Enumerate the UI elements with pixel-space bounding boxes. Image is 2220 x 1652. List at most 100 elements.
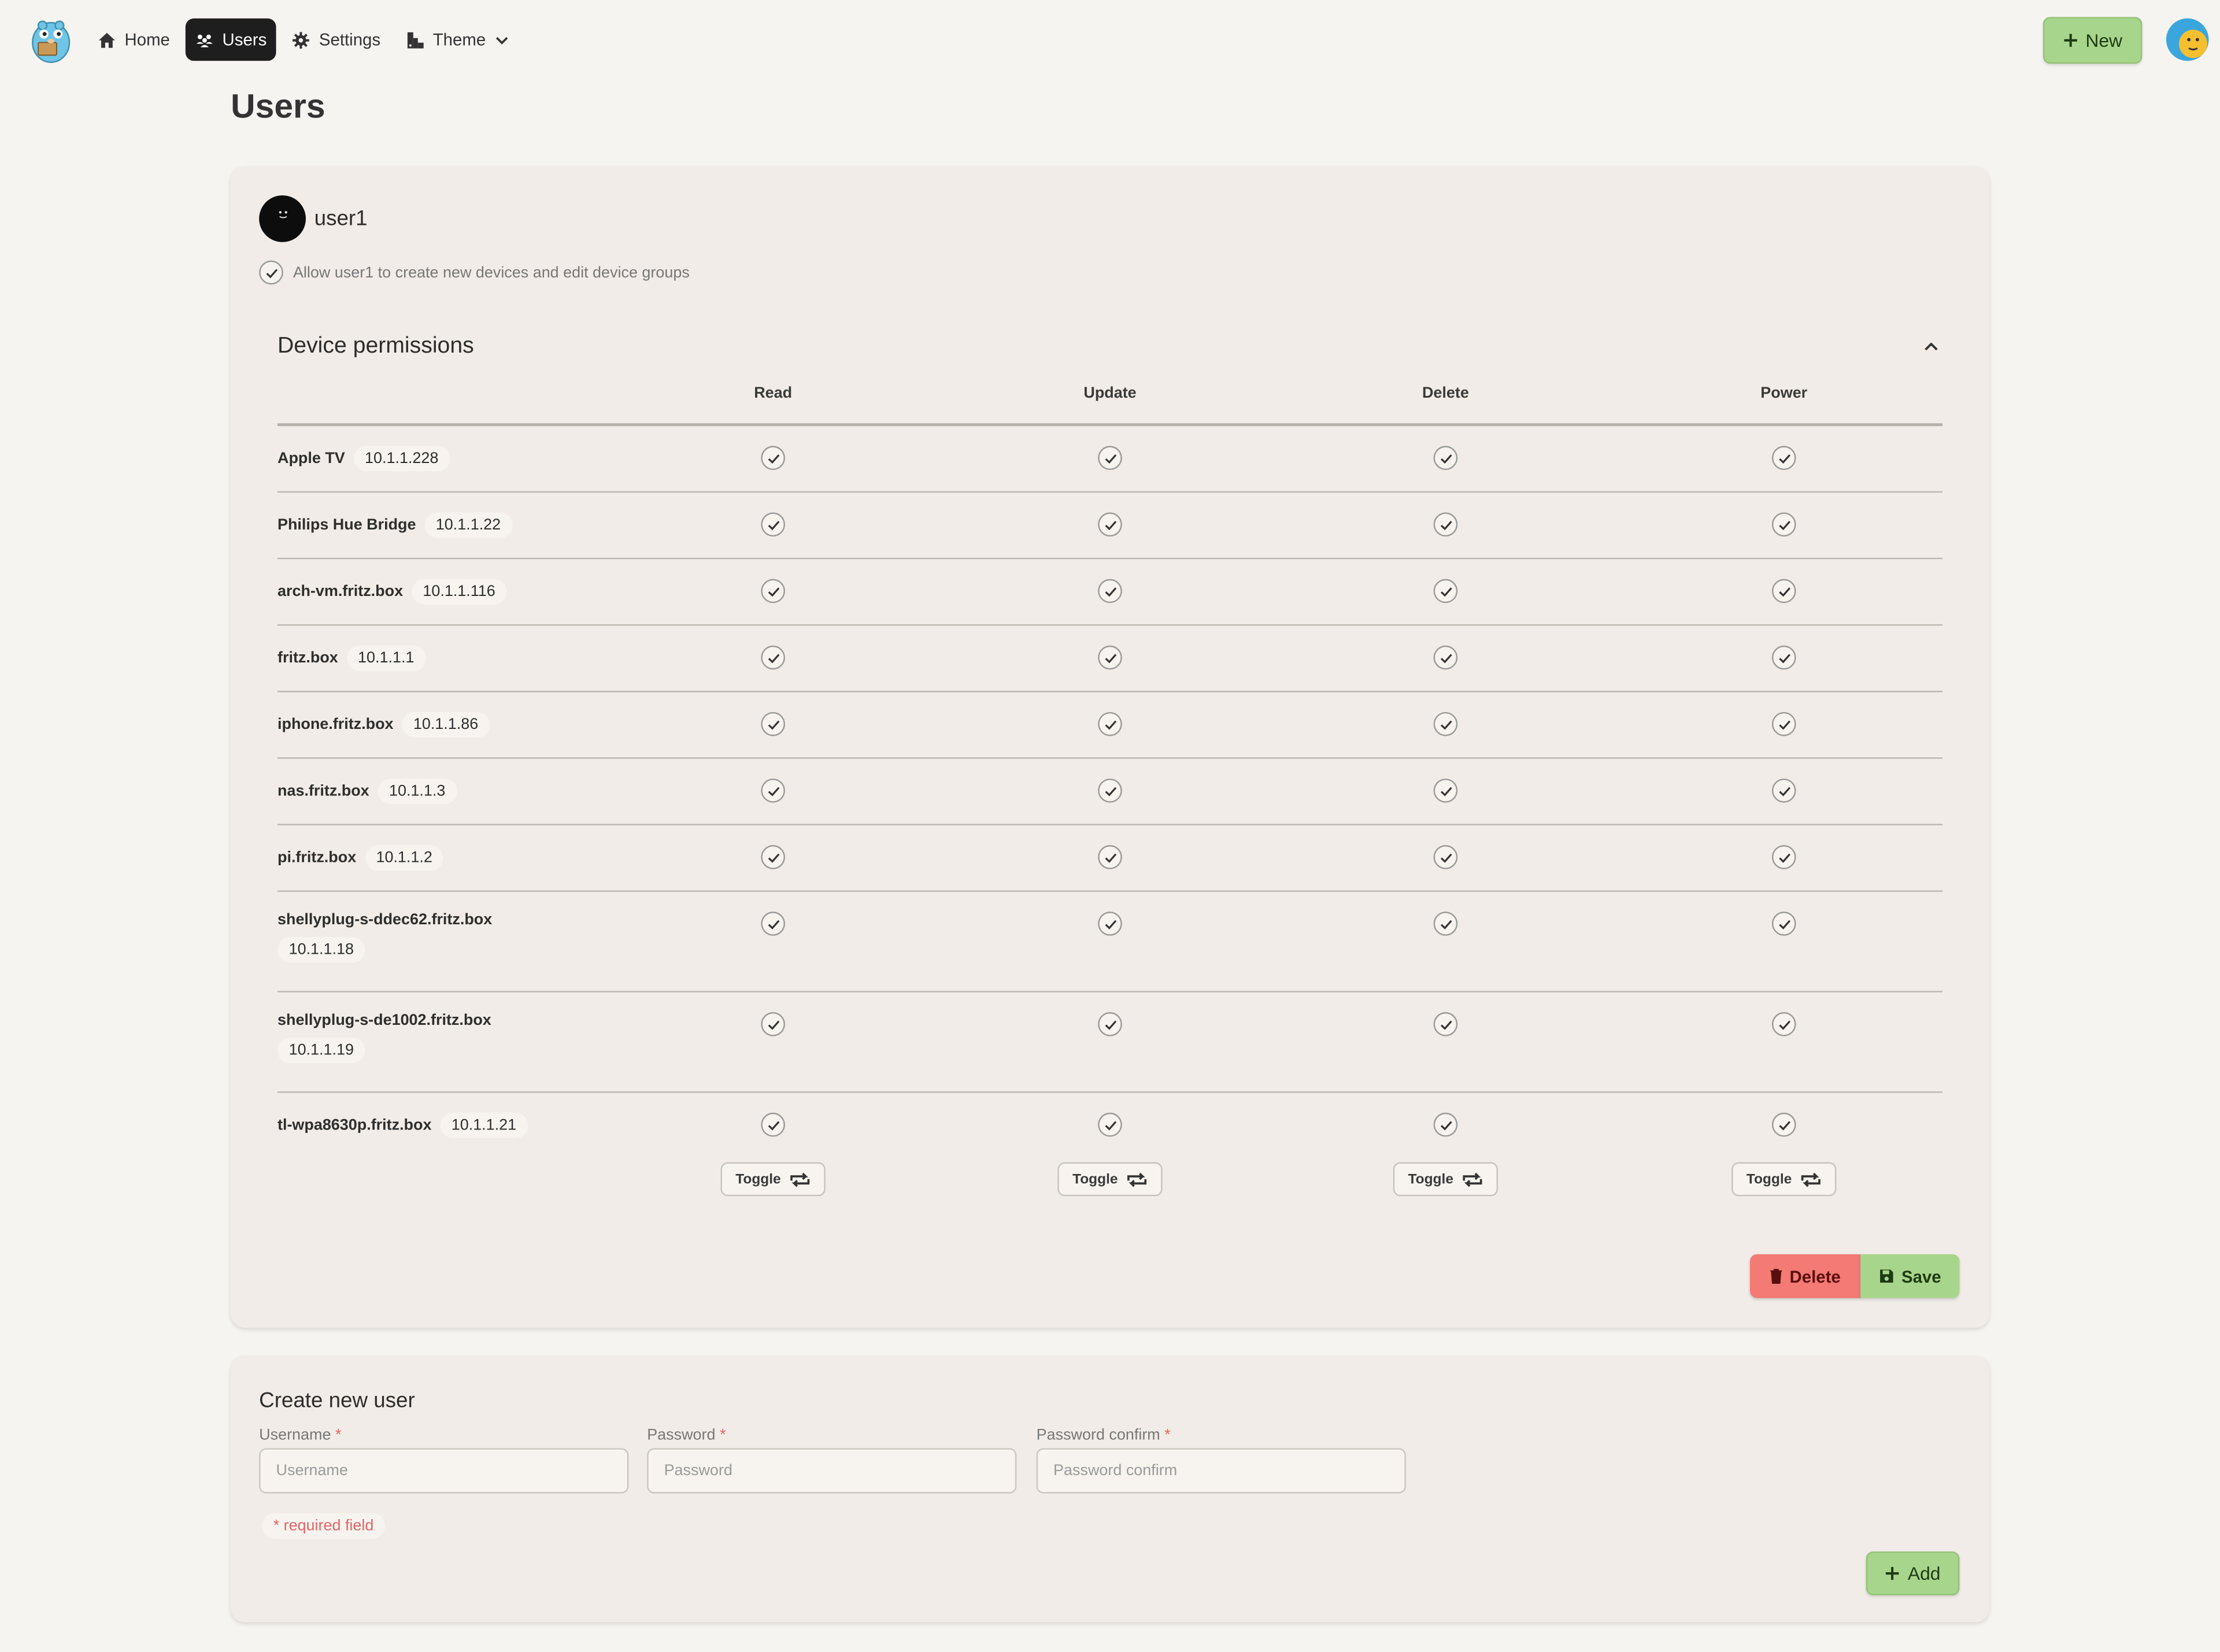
permission-checkbox-read[interactable]: [761, 712, 785, 736]
check-icon: [1778, 786, 1790, 796]
permission-checkbox-read[interactable]: [761, 446, 785, 471]
username-input[interactable]: [259, 1448, 629, 1494]
permission-checkbox-update[interactable]: [1098, 778, 1122, 803]
permission-checkbox-update[interactable]: [1098, 645, 1122, 670]
permission-checkbox-power[interactable]: [1771, 645, 1796, 670]
face-icon: [279, 211, 287, 218]
save-user-button[interactable]: Save: [1860, 1254, 1960, 1298]
permission-checkbox-power[interactable]: [1771, 912, 1796, 936]
device-row: pi.fritz.box 10.1.1.2: [278, 824, 1943, 892]
permission-checkbox-read[interactable]: [761, 1012, 785, 1036]
check-icon: [1440, 786, 1452, 796]
users-icon: [196, 34, 213, 47]
permission-checkbox-update[interactable]: [1098, 446, 1122, 471]
permission-checkbox-power[interactable]: [1771, 712, 1796, 736]
allow-create-checkbox[interactable]: [259, 260, 283, 285]
device-ip-badge: 10.1.1.19: [278, 1038, 365, 1064]
permission-checkbox-power[interactable]: [1771, 446, 1796, 471]
permission-checkbox-delete[interactable]: [1433, 912, 1458, 936]
save-label: Save: [1901, 1266, 1941, 1286]
check-icon: [1104, 520, 1116, 530]
repeat-icon: [1800, 1172, 1820, 1187]
permission-checkbox-read[interactable]: [761, 579, 785, 603]
device-row: fritz.box 10.1.1.1: [278, 624, 1943, 692]
password-confirm-input[interactable]: [1036, 1448, 1406, 1494]
permission-checkbox-read[interactable]: [761, 512, 785, 537]
permission-checkbox-power[interactable]: [1771, 778, 1796, 803]
permission-checkbox-read[interactable]: [761, 1112, 785, 1137]
permission-checkbox-delete[interactable]: [1433, 1112, 1458, 1137]
permission-checkbox-power[interactable]: [1771, 845, 1796, 869]
toggle-update-button[interactable]: Toggle: [1057, 1162, 1163, 1197]
check-icon: [1778, 1120, 1790, 1130]
device-name-cell: nas.fritz.box 10.1.1.3: [278, 778, 457, 805]
permission-checkbox-delete[interactable]: [1433, 645, 1458, 670]
device-row: shellyplug-s-ddec62.fritz.box 10.1.1.18: [278, 890, 1943, 992]
username-label-text: Username: [259, 1427, 331, 1444]
chevron-up-icon[interactable]: [1923, 338, 1940, 355]
allow-create-label: Allow user1 to create new devices and ed…: [293, 264, 690, 281]
permission-checkbox-delete[interactable]: [1433, 446, 1458, 471]
nav-theme-dropdown[interactable]: Theme: [396, 18, 520, 61]
device-name: pi.fritz.box: [278, 849, 357, 866]
device-name-cell: Philips Hue Bridge 10.1.1.22: [278, 512, 512, 538]
permission-checkbox-power[interactable]: [1771, 512, 1796, 537]
main-nav: Home Users Settings Theme: [88, 18, 520, 61]
repeat-icon: [789, 1172, 809, 1187]
device-row: Apple TV 10.1.1.228: [278, 425, 1943, 493]
new-button[interactable]: New: [2043, 17, 2143, 64]
permission-checkbox-update[interactable]: [1098, 845, 1122, 869]
check-icon: [767, 919, 779, 929]
permission-checkbox-power[interactable]: [1771, 1112, 1796, 1137]
app-logo-icon[interactable]: [28, 14, 73, 65]
device-name-cell: iphone.fritz.box 10.1.1.86: [278, 712, 490, 738]
nav-home[interactable]: Home: [88, 18, 180, 61]
permission-checkbox-read[interactable]: [761, 778, 785, 803]
device-row: shellyplug-s-de1002.fritz.box 10.1.1.19: [278, 991, 1943, 1093]
device-name-cell: tl-wpa8630p.fritz.box 10.1.1.21: [278, 1112, 528, 1138]
permission-checkbox-delete[interactable]: [1433, 1012, 1458, 1036]
add-user-button[interactable]: Add: [1866, 1551, 1960, 1596]
permission-checkbox-read[interactable]: [761, 645, 785, 670]
check-icon: [1778, 520, 1790, 530]
repeat-icon: [1462, 1172, 1482, 1187]
permission-checkbox-read[interactable]: [761, 912, 785, 936]
new-button-label: New: [2085, 29, 2123, 51]
permission-checkbox-delete[interactable]: [1433, 512, 1458, 537]
permission-checkbox-delete[interactable]: [1433, 579, 1458, 603]
check-icon: [1440, 453, 1452, 463]
permission-checkbox-update[interactable]: [1098, 912, 1122, 936]
permission-checkbox-update[interactable]: [1098, 1112, 1122, 1137]
add-label: Add: [1907, 1562, 1941, 1584]
top-bar: Home Users Settings Theme New: [0, 0, 2220, 82]
toggle-power-button[interactable]: Toggle: [1731, 1162, 1837, 1197]
check-icon: [1440, 653, 1452, 663]
toggle-read-button[interactable]: Toggle: [720, 1162, 826, 1197]
permission-checkbox-read[interactable]: [761, 845, 785, 869]
delete-user-button[interactable]: Delete: [1749, 1254, 1860, 1298]
permission-checkbox-update[interactable]: [1098, 512, 1122, 537]
check-icon: [1104, 453, 1116, 463]
permission-checkbox-delete[interactable]: [1433, 778, 1458, 803]
permission-checkbox-update[interactable]: [1098, 579, 1122, 603]
check-icon: [1778, 720, 1790, 729]
toggle-delete-button[interactable]: Toggle: [1393, 1162, 1498, 1197]
check-icon: [767, 1120, 779, 1130]
nav-settings-label: Settings: [319, 29, 381, 50]
permission-checkbox-update[interactable]: [1098, 712, 1122, 736]
permission-checkbox-power[interactable]: [1771, 1012, 1796, 1036]
check-icon: [1104, 1120, 1116, 1130]
account-avatar[interactable]: [2166, 18, 2209, 61]
permission-checkbox-update[interactable]: [1098, 1012, 1122, 1036]
nav-settings[interactable]: Settings: [282, 18, 390, 61]
permission-checkbox-delete[interactable]: [1433, 712, 1458, 736]
permission-checkbox-delete[interactable]: [1433, 845, 1458, 869]
device-name: Apple TV: [278, 450, 345, 468]
permission-checkbox-power[interactable]: [1771, 579, 1796, 603]
check-icon: [1778, 587, 1790, 597]
password-input[interactable]: [647, 1448, 1017, 1494]
nav-users-label: Users: [222, 29, 267, 50]
page-title: Users: [231, 87, 325, 126]
check-icon: [767, 653, 779, 663]
nav-users[interactable]: Users: [185, 18, 277, 61]
